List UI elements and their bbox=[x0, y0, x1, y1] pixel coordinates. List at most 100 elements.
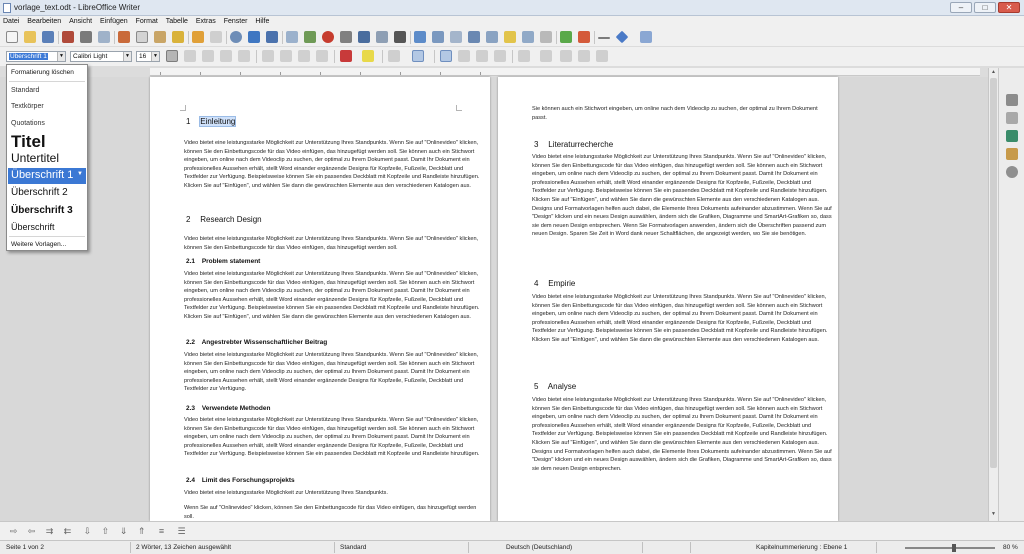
underline-icon[interactable] bbox=[202, 50, 214, 62]
body-paragraph[interactable]: Video bietet eine leistungsstarke Möglic… bbox=[184, 416, 484, 459]
menu-extras[interactable]: Extras bbox=[193, 16, 219, 25]
shadow-icon[interactable] bbox=[238, 50, 250, 62]
selected-heading-text[interactable]: Einleitung bbox=[199, 116, 237, 127]
promote-icon[interactable]: ⇦ bbox=[26, 526, 37, 537]
clear-direct-formatting-icon[interactable] bbox=[298, 50, 310, 62]
superscript-icon[interactable] bbox=[262, 50, 274, 62]
print-icon[interactable] bbox=[80, 31, 92, 43]
insert-unnumbered-entry-icon[interactable]: ≡ bbox=[156, 526, 167, 537]
document-page-1[interactable]: 1 Einleitung Video bietet eine leistungs… bbox=[150, 77, 490, 521]
clear-formatting-item[interactable]: Formatierung löschen bbox=[11, 69, 74, 76]
scroll-up-icon[interactable]: ▲ bbox=[990, 69, 997, 76]
scroll-down-icon[interactable]: ▼ bbox=[990, 511, 997, 518]
menu-einfuegen[interactable]: Einfügen bbox=[97, 16, 131, 25]
menu-format[interactable]: Format bbox=[133, 16, 161, 25]
paste-icon[interactable] bbox=[154, 31, 166, 43]
demote-with-subpoints-icon[interactable]: ⇉ bbox=[44, 526, 55, 537]
body-paragraph[interactable]: Video bietet eine leistungsstarke Möglic… bbox=[532, 396, 832, 473]
line-spacing-icon[interactable] bbox=[518, 50, 530, 62]
page-count[interactable]: Seite 1 von 2 bbox=[6, 544, 44, 551]
zoom-level[interactable]: 80 % bbox=[1003, 544, 1018, 551]
align-center-icon[interactable] bbox=[458, 50, 470, 62]
font-size-combo[interactable]: 16 ▼ bbox=[136, 51, 160, 62]
subscript-icon[interactable] bbox=[280, 50, 292, 62]
style-item-ueberschrift-2[interactable]: Überschrift 2 bbox=[11, 187, 68, 198]
hyperlink-icon[interactable] bbox=[414, 31, 426, 43]
heading-5[interactable]: 5 Analyse bbox=[534, 382, 576, 391]
align-right-icon[interactable] bbox=[476, 50, 488, 62]
decrease-indent-icon[interactable] bbox=[578, 50, 590, 62]
find-replace-icon[interactable] bbox=[230, 31, 242, 43]
increase-indent-icon[interactable] bbox=[596, 50, 608, 62]
line-icon[interactable] bbox=[598, 37, 610, 39]
numbered-list-icon[interactable] bbox=[412, 50, 424, 62]
menu-ansicht[interactable]: Ansicht bbox=[66, 16, 95, 25]
diamond-shape-icon[interactable] bbox=[615, 30, 629, 44]
track-changes-icon[interactable] bbox=[522, 31, 534, 43]
move-up-with-subpoints-icon[interactable]: ⇑ bbox=[136, 526, 147, 537]
style-item-standard[interactable]: Standard bbox=[11, 87, 39, 94]
body-paragraph[interactable]: Video bietet eine leistungsstarke Möglic… bbox=[532, 153, 832, 239]
style-item-titel[interactable]: Titel bbox=[11, 132, 46, 152]
vertical-scrollbar[interactable]: ▲ ▼ bbox=[988, 68, 998, 521]
sidebar-menu-icon[interactable] bbox=[1006, 94, 1018, 106]
body-paragraph[interactable]: Video bietet eine leistungsstarke Möglic… bbox=[532, 293, 832, 345]
document-page-2[interactable]: Sie können auch ein Stichwort eingeben, … bbox=[498, 77, 838, 521]
formatting-marks-icon[interactable] bbox=[266, 31, 278, 43]
paragraph-style-combo[interactable]: Überschrift 1 ▼ bbox=[6, 51, 66, 62]
undo-icon[interactable] bbox=[192, 31, 204, 43]
heading-2-4[interactable]: 2.4 Limit des Forschungsprojekts bbox=[186, 477, 295, 484]
draw-functions-icon[interactable] bbox=[640, 31, 652, 43]
spellcheck-icon[interactable] bbox=[248, 31, 260, 43]
styles-icon[interactable] bbox=[1006, 130, 1018, 142]
page-style[interactable]: Standard bbox=[340, 544, 366, 551]
footnote-icon[interactable] bbox=[432, 31, 444, 43]
menu-bearbeiten[interactable]: Bearbeiten bbox=[24, 16, 64, 25]
body-paragraph[interactable]: Video bietet eine leistungsstarke Möglic… bbox=[184, 139, 484, 191]
cut-icon[interactable] bbox=[118, 31, 130, 43]
insert-textbox-icon[interactable] bbox=[340, 31, 352, 43]
open-folder-icon[interactable] bbox=[24, 31, 36, 43]
promote-with-subpoints-icon[interactable]: ⇇ bbox=[62, 526, 73, 537]
body-paragraph[interactable]: Video bietet eine leistungsstarke Möglic… bbox=[184, 489, 484, 498]
highlight-icon[interactable] bbox=[362, 50, 374, 62]
chevron-down-icon[interactable]: ▼ bbox=[77, 171, 85, 179]
bold-icon[interactable] bbox=[166, 50, 178, 62]
heading-2-3[interactable]: 2.3 Verwendete Methoden bbox=[186, 405, 270, 412]
insert-table-icon[interactable] bbox=[286, 31, 298, 43]
new-document-icon[interactable] bbox=[6, 31, 18, 43]
style-item-ueberschrift-1[interactable]: Überschrift 1 bbox=[11, 169, 73, 181]
body-paragraph[interactable]: Video bietet eine leistungsstarke Möglic… bbox=[184, 351, 484, 394]
body-paragraph[interactable]: Video bietet eine leistungsstarke Möglic… bbox=[184, 235, 484, 252]
heading-2[interactable]: 2 Research Design bbox=[186, 215, 262, 224]
print-preview-icon[interactable] bbox=[98, 31, 110, 43]
style-item-untertitel[interactable]: Untertitel bbox=[11, 151, 59, 165]
font-color-icon[interactable] bbox=[340, 50, 352, 62]
language[interactable]: Deutsch (Deutschland) bbox=[506, 544, 572, 551]
insert-field-icon[interactable] bbox=[376, 31, 388, 43]
zoom-slider-handle[interactable] bbox=[952, 544, 956, 552]
bullet-list-icon[interactable] bbox=[388, 50, 400, 62]
strikethrough-icon[interactable] bbox=[220, 50, 232, 62]
more-styles-item[interactable]: Weitere Vorlagen... bbox=[11, 241, 66, 248]
copy-icon[interactable] bbox=[136, 31, 148, 43]
menu-fenster[interactable]: Fenster bbox=[221, 16, 251, 25]
chevron-down-icon[interactable]: ▼ bbox=[123, 52, 131, 61]
heading-2-1[interactable]: 2.1 Problem statement bbox=[186, 258, 260, 265]
style-item-ueberschrift-3[interactable]: Überschrift 3 bbox=[11, 205, 73, 216]
save-icon[interactable] bbox=[42, 31, 54, 43]
zoom-slider[interactable] bbox=[905, 547, 995, 549]
word-count[interactable]: 2 Wörter, 13 Zeichen ausgewählt bbox=[136, 544, 231, 551]
add-icon[interactable] bbox=[560, 31, 572, 43]
special-character-icon[interactable] bbox=[394, 31, 406, 43]
clone-formatting-icon[interactable] bbox=[172, 31, 184, 43]
bookmark-icon[interactable] bbox=[468, 31, 480, 43]
insert-comment-icon[interactable] bbox=[504, 31, 516, 43]
endnote-icon[interactable] bbox=[450, 31, 462, 43]
italic-icon[interactable] bbox=[184, 50, 196, 62]
body-paragraph[interactable]: Video bietet eine leistungsstarke Möglic… bbox=[184, 270, 484, 322]
paragraph-spacing-icon[interactable] bbox=[540, 50, 552, 62]
chevron-down-icon[interactable]: ▼ bbox=[57, 52, 65, 61]
cross-reference-icon[interactable] bbox=[486, 31, 498, 43]
chevron-down-icon[interactable]: ▼ bbox=[151, 52, 159, 61]
